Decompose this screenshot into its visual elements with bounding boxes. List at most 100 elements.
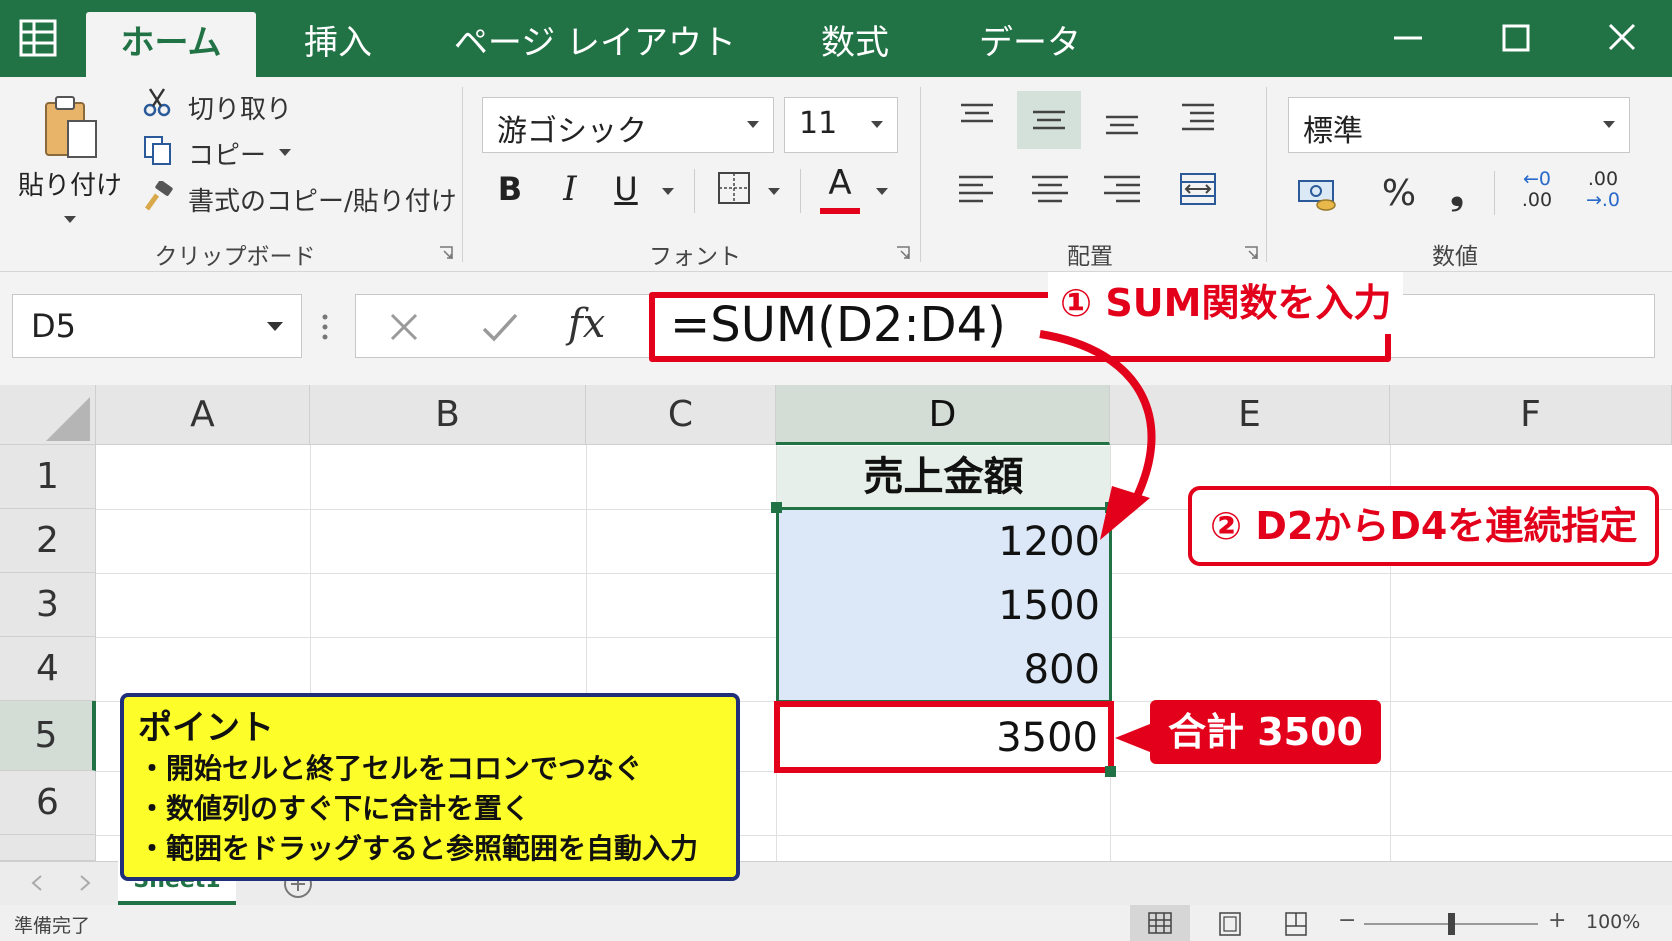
enter-checkmark-icon[interactable] — [480, 309, 520, 345]
name-box-value: D5 — [31, 307, 76, 345]
font-name-combo[interactable]: 游ゴシック — [482, 97, 774, 153]
zoom-in-button[interactable]: + — [1548, 908, 1566, 933]
row-header-4[interactable]: 4 — [0, 637, 96, 701]
align-top-icon[interactable] — [955, 99, 999, 139]
tab-insert[interactable]: 挿入 — [278, 12, 398, 77]
number-format-value: 標準 — [1303, 114, 1363, 149]
scissors-icon — [143, 88, 171, 117]
column-header-b[interactable]: B — [310, 385, 586, 445]
align-middle-icon — [1033, 110, 1065, 130]
row-header-7[interactable] — [0, 835, 96, 861]
italic-button[interactable]: I — [548, 165, 592, 213]
annotation-step2: ② D2からD4を連続指定 — [1188, 486, 1660, 566]
copy-icon — [144, 136, 171, 165]
paste-button[interactable]: 貼り付け — [14, 87, 126, 227]
number-group-label: 数値 — [1432, 244, 1478, 270]
font-group-label: フォント — [649, 244, 741, 270]
page-break-view-icon[interactable] — [1284, 912, 1308, 936]
paste-label: 貼り付け — [17, 171, 122, 201]
zoom-out-button[interactable]: − — [1338, 908, 1356, 933]
scroll-right-icon[interactable] — [78, 874, 92, 892]
name-box[interactable]: D5 — [12, 294, 302, 358]
row-header-5[interactable]: 5 — [0, 701, 96, 771]
tab-page-layout[interactable]: ページ レイアウト — [440, 12, 750, 77]
font-name-value: 游ゴシック — [497, 114, 647, 149]
row-header-6[interactable]: 6 — [0, 771, 96, 835]
row-header-3[interactable]: 3 — [0, 573, 96, 637]
group-separator — [462, 87, 463, 262]
font-size-dropdown-icon[interactable] — [871, 121, 883, 128]
ribbon: 貼り付け 切り取り コピー 書式のコピー/貼り付け クリップボード 游ゴシック … — [0, 77, 1672, 272]
close-icon[interactable] — [1592, 14, 1652, 62]
font-color-button[interactable]: A — [818, 161, 862, 205]
scroll-left-icon[interactable] — [30, 874, 44, 892]
name-box-dropdown-icon[interactable] — [267, 322, 283, 331]
ribbon-tab-bar: ホーム 挿入 ページ レイアウト 数式 データ — [0, 0, 1672, 77]
number-format-combo[interactable]: 標準 — [1288, 97, 1630, 153]
formula-bar: D5 fx =SUM(D2:D4) — [0, 273, 1672, 385]
divider — [1494, 171, 1495, 215]
borders-dropdown-icon[interactable] — [768, 188, 780, 195]
font-name-dropdown-icon[interactable] — [747, 121, 759, 128]
borders-icon[interactable] — [716, 170, 752, 206]
status-bar: 準備完了 − + 100% — [0, 905, 1672, 941]
clipboard-launcher-icon[interactable] — [438, 245, 454, 261]
number-format-dropdown-icon[interactable] — [1603, 121, 1615, 128]
underline-dropdown-icon[interactable] — [662, 188, 674, 195]
excel-app-icon[interactable] — [18, 18, 58, 58]
copy-button[interactable]: コピー — [188, 135, 266, 172]
orientation-icon[interactable] — [1176, 99, 1220, 139]
cell-d5[interactable]: 3500 — [780, 707, 1098, 767]
cut-button[interactable]: 切り取り — [188, 89, 292, 126]
minimize-icon[interactable] — [1378, 14, 1438, 62]
paste-icon — [45, 96, 97, 158]
annotation-step1: ① SUM関数を入力 — [1048, 272, 1404, 334]
align-bottom-icon[interactable] — [1100, 99, 1144, 139]
tab-data[interactable]: データ — [960, 12, 1100, 77]
maximize-icon[interactable] — [1486, 14, 1546, 62]
merge-center-icon[interactable] — [1178, 169, 1218, 209]
zoom-level[interactable]: 100% — [1586, 911, 1640, 933]
group-separator — [1266, 87, 1267, 262]
point-note: ポイント ・開始セルと終了セルをコロンでつなぐ ・数値列のすぐ下に合計を置く ・… — [120, 693, 740, 881]
alignment-launcher-icon[interactable] — [1243, 245, 1259, 261]
status-ready: 準備完了 — [14, 915, 91, 937]
bold-button[interactable]: B — [488, 165, 532, 213]
zoom-slider-thumb[interactable] — [1448, 913, 1455, 935]
increase-decimal-button[interactable]: ←0 .00 — [1510, 169, 1564, 217]
underline-button[interactable]: U — [604, 165, 648, 213]
font-color-dropdown-icon[interactable] — [876, 188, 888, 195]
percent-button[interactable]: % — [1374, 169, 1424, 217]
format-painter-button[interactable]: 書式のコピー/貼り付け — [188, 181, 457, 218]
column-header-c[interactable]: C — [586, 385, 776, 445]
row-header-1[interactable]: 1 — [0, 445, 96, 509]
page-layout-view-icon[interactable] — [1218, 912, 1242, 936]
select-all-corner[interactable] — [0, 385, 96, 445]
font-size-combo[interactable]: 11 — [784, 97, 898, 153]
normal-view-button[interactable] — [1130, 905, 1190, 941]
formula-text[interactable]: =SUM(D2:D4) — [670, 297, 1006, 353]
align-center-icon[interactable] — [1028, 169, 1072, 209]
column-header-a[interactable]: A — [96, 385, 310, 445]
total-pointer-icon — [1115, 722, 1155, 754]
font-launcher-icon[interactable] — [895, 245, 911, 261]
formula-bar-grip-icon[interactable] — [318, 309, 332, 345]
align-left-icon[interactable] — [955, 169, 999, 209]
selection-handle[interactable] — [771, 502, 782, 513]
copy-dropdown-icon[interactable] — [279, 149, 291, 156]
tab-formulas[interactable]: 数式 — [800, 12, 910, 77]
decrease-decimal-button[interactable]: .00 →.0 — [1576, 169, 1630, 217]
column-header-f[interactable]: F — [1390, 385, 1672, 445]
point-note-item: ・範囲をドラッグすると参照範囲を自動入力 — [138, 832, 699, 865]
cancel-icon[interactable] — [386, 309, 422, 345]
font-color-swatch — [820, 208, 860, 214]
row-header-2[interactable]: 2 — [0, 509, 96, 573]
insert-function-button[interactable]: fx — [568, 301, 605, 347]
fill-handle[interactable] — [1105, 766, 1116, 777]
comma-button[interactable]: ❟ — [1442, 169, 1472, 217]
align-right-icon[interactable] — [1100, 169, 1144, 209]
paste-dropdown-icon[interactable] — [64, 216, 76, 223]
tab-home[interactable]: ホーム — [86, 12, 256, 77]
currency-icon[interactable] — [1296, 177, 1340, 213]
align-middle-button[interactable] — [1017, 91, 1081, 149]
